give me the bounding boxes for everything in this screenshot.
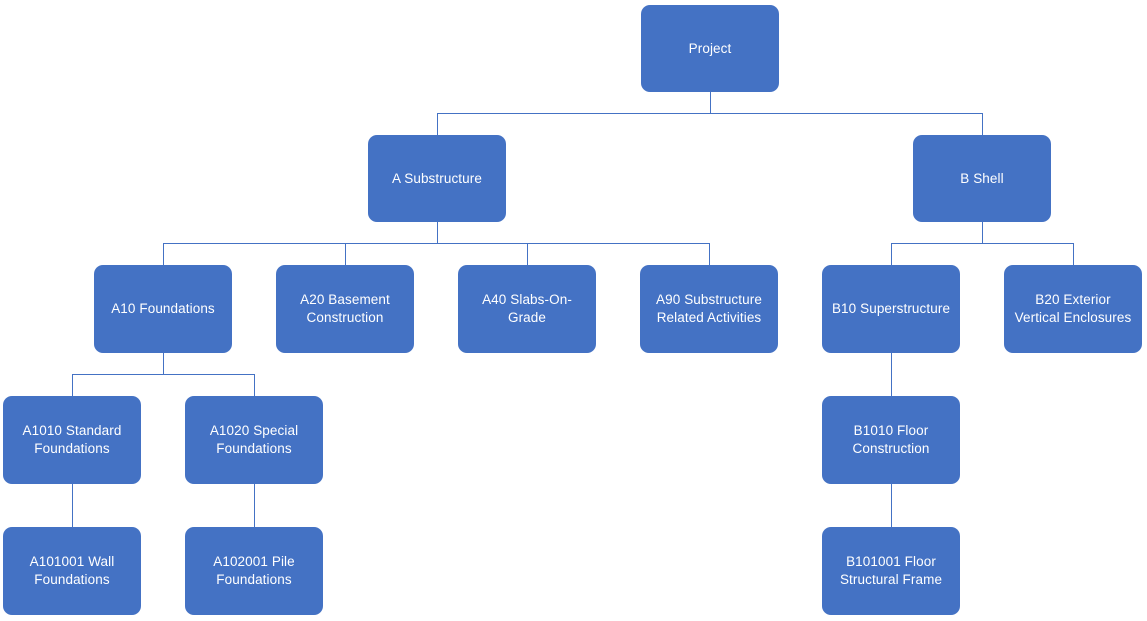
connector-seg-a20-up: [345, 243, 346, 265]
node-label-b: B Shell: [960, 170, 1004, 186]
node-a90[interactable]: A90 Substructure Related Activities: [640, 265, 778, 353]
node-label-a90: A90 Substructure Related Activities: [656, 292, 762, 325]
node-b[interactable]: B Shell: [913, 135, 1051, 222]
connector-seg-b-down: [982, 222, 983, 243]
node-label-a10: A10 Foundations: [111, 301, 215, 317]
connector-seg-a10-bus: [72, 374, 254, 375]
connector-seg-project-bus: [437, 113, 983, 114]
node-a102001[interactable]: A102001 Pile Foundations: [185, 527, 323, 615]
connector-seg-b-up: [982, 113, 983, 135]
connector-seg-a10-up: [163, 243, 164, 265]
node-label-a1020: A1020 Special Foundations: [209, 423, 299, 456]
connector-seg-a1020-up: [254, 374, 255, 396]
connector-seg-a10-down: [163, 353, 164, 374]
connector-seg-b1010-b101001: [891, 484, 892, 527]
connector-seg-b20-up: [1073, 243, 1074, 265]
node-label-a40: A40 Slabs-On-Grade: [482, 292, 572, 325]
connector-seg-a-down: [437, 222, 438, 243]
node-label-a101001: A101001 Wall Foundations: [29, 554, 115, 587]
connector-seg-a40-up: [527, 243, 528, 265]
node-label-project: Project: [688, 40, 732, 56]
node-b20[interactable]: B20 Exterior Vertical Enclosures: [1004, 265, 1142, 353]
node-label-b20: B20 Exterior Vertical Enclosures: [1014, 292, 1132, 325]
connector-seg-b10-b1010: [891, 353, 892, 396]
node-label-b1010: B1010 Floor Construction: [852, 423, 930, 456]
node-a20[interactable]: A20 Basement Construction: [276, 265, 414, 353]
node-label-b10: B10 Superstructure: [831, 301, 951, 317]
connector-seg-a1010-a101001: [72, 484, 73, 527]
connector-seg-a-up: [437, 113, 438, 135]
connector-seg-a90-up: [709, 243, 710, 265]
node-a[interactable]: A Substructure: [368, 135, 506, 222]
node-label-a: A Substructure: [392, 170, 482, 186]
node-a1010[interactable]: A1010 Standard Foundations: [3, 396, 141, 484]
node-label-a1010: A1010 Standard Foundations: [22, 423, 122, 456]
node-b10[interactable]: B10 Superstructure: [822, 265, 960, 353]
hierarchy-diagram-canvas: Project A Substructure B Shell A10 Foundati…: [0, 0, 1147, 621]
connector-seg-a-bus: [163, 243, 709, 244]
connector-seg-b10-up: [891, 243, 892, 265]
connector-seg-a1010-up: [72, 374, 73, 396]
node-project[interactable]: Project: [641, 5, 779, 92]
node-b1010[interactable]: B1010 Floor Construction: [822, 396, 960, 484]
node-a1020[interactable]: A1020 Special Foundations: [185, 396, 323, 484]
node-label-b101001: B101001 Floor Structural Frame: [839, 554, 943, 587]
connector-seg-project-down: [710, 92, 711, 113]
node-a101001[interactable]: A101001 Wall Foundations: [3, 527, 141, 615]
node-a10[interactable]: A10 Foundations: [94, 265, 232, 353]
node-label-a102001: A102001 Pile Foundations: [213, 554, 295, 587]
node-b101001[interactable]: B101001 Floor Structural Frame: [822, 527, 960, 615]
node-label-a20: A20 Basement Construction: [300, 292, 390, 325]
connector-seg-a1020-a102001: [254, 484, 255, 527]
node-a40[interactable]: A40 Slabs-On-Grade: [458, 265, 596, 353]
connector-seg-b-bus: [891, 243, 1073, 244]
